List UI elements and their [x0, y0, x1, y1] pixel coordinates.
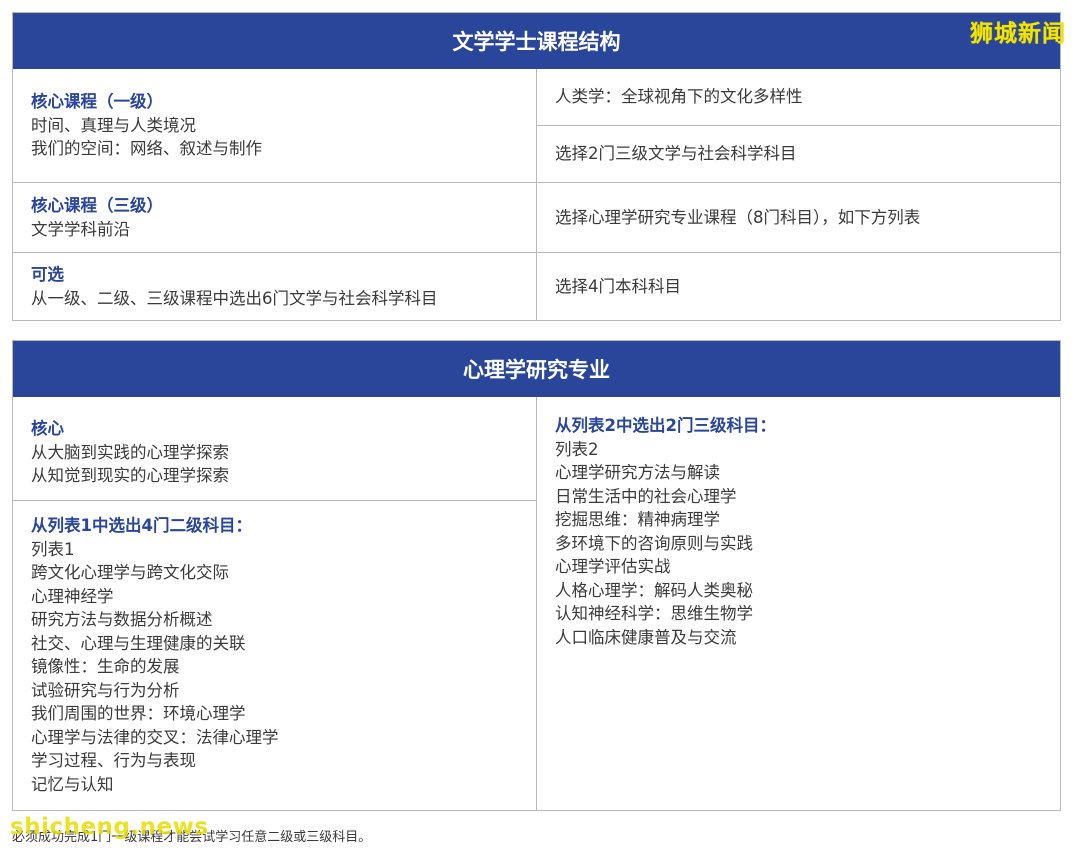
- right-cell-text: 选择4门本科科目: [555, 276, 681, 296]
- list1-item: 列表1: [31, 539, 75, 559]
- list2-item: 人格心理学：解码人类奥秘: [555, 580, 753, 600]
- course-structure-table: 文学学士课程结构 核心课程（一级） 时间、真理与人类境况 我们的空间：网络、叙述…: [12, 12, 1061, 321]
- list1-label: 从列表1中选出4门二级科目：: [31, 516, 252, 535]
- psychology-left-column: 核心 从大脑到实践的心理学探索 从知觉到现实的心理学探索 从列表1中选出4门二级…: [13, 397, 537, 810]
- elective-label: 可选: [31, 265, 64, 284]
- core-level1-item: 时间、真理与人类境况: [31, 115, 196, 135]
- psychology-major-table: 心理学研究专业 核心 从大脑到实践的心理学探索 从知觉到现实的心理学探索 从列表…: [12, 340, 1061, 811]
- list1-item: 镜像性：生命的发展: [31, 657, 180, 676]
- list1-item: 我们周围的世界：环境心理学: [31, 704, 246, 723]
- elective-item: 从一级、二级、三级课程中选出6门文学与社会科学科目: [31, 288, 438, 308]
- right-cell-text: 选择心理学研究专业课程（8门科目），如下方列表: [555, 207, 921, 227]
- psychology-right-column: 从列表2中选出2门三级科目： 列表2 心理学研究方法与解读 日常生活中的社会心理…: [537, 397, 1060, 810]
- right-cell: 人类学：全球视角下的文化多样性: [537, 69, 1060, 126]
- list2-item: 心理学评估实战: [555, 557, 671, 576]
- watermark-top: 狮城新闻: [970, 21, 1066, 47]
- right-cell: 选择4门本科科目: [537, 253, 1060, 320]
- right-cell-text: 选择2门三级文学与社会科学科目: [555, 144, 797, 164]
- list1-item: 记忆与认知: [31, 774, 114, 794]
- core-level1-cell: 核心课程（一级） 时间、真理与人类境况 我们的空间：网络、叙述与制作: [13, 69, 536, 183]
- list2-item: 列表2: [555, 439, 599, 459]
- list2-label: 从列表2中选出2门三级科目：: [555, 416, 776, 435]
- list2-item: 心理学研究方法与解读: [555, 463, 720, 482]
- core-item: 从知觉到现实的心理学探索: [31, 466, 229, 485]
- right-cell: 选择2门三级文学与社会科学科目: [537, 126, 1060, 183]
- list2-item: 多环境下的咨询原则与实践: [555, 533, 753, 553]
- list2-item: 挖掘思维：精神病理学: [555, 510, 720, 529]
- list1-item: 心理学与法律的交叉：法律心理学: [31, 727, 279, 747]
- list1-item: 研究方法与数据分析概述: [31, 610, 213, 629]
- psychology-major-title: 心理学研究专业: [13, 341, 1060, 397]
- core-level1-label: 核心课程（一级）: [31, 92, 163, 112]
- right-cell: 选择心理学研究专业课程（8门科目），如下方列表: [537, 183, 1060, 253]
- core-label: 核心: [31, 419, 64, 438]
- list2-item: 认知神经科学：思维生物学: [555, 604, 753, 623]
- list1-item: 社交、心理与生理健康的关联: [31, 633, 246, 653]
- elective-cell: 可选 从一级、二级、三级课程中选出6门文学与社会科学科目: [13, 253, 536, 320]
- list2-cell: 从列表2中选出2门三级科目： 列表2 心理学研究方法与解读 日常生活中的社会心理…: [537, 397, 1060, 810]
- core-level3-label: 核心课程（三级）: [31, 196, 163, 215]
- watermark-bottom: shicheng.news: [10, 814, 209, 840]
- list1-item: 跨文化心理学与跨文化交际: [31, 563, 229, 582]
- core-item: 从大脑到实践的心理学探索: [31, 442, 229, 462]
- list1-item: 学习过程、行为与表现: [31, 751, 196, 770]
- right-cell-text: 人类学：全球视角下的文化多样性: [555, 87, 803, 107]
- course-structure-left-column: 核心课程（一级） 时间、真理与人类境况 我们的空间：网络、叙述与制作 核心课程（…: [13, 69, 537, 320]
- list2-item: 日常生活中的社会心理学: [555, 486, 737, 506]
- list1-cell: 从列表1中选出4门二级科目： 列表1 跨文化心理学与跨文化交际 心理神经学 研究…: [13, 501, 536, 810]
- core-level1-item: 我们的空间：网络、叙述与制作: [31, 139, 262, 159]
- course-structure-title: 文学学士课程结构: [13, 13, 1060, 69]
- list1-item: 心理神经学: [31, 586, 114, 606]
- core-level3-cell: 核心课程（三级） 文学学科前沿: [13, 183, 536, 253]
- list1-item: 试验研究与行为分析: [31, 680, 180, 700]
- core-cell: 核心 从大脑到实践的心理学探索 从知觉到现实的心理学探索: [13, 397, 536, 501]
- course-structure-right-column: 人类学：全球视角下的文化多样性 选择2门三级文学与社会科学科目 选择心理学研究专…: [537, 69, 1060, 320]
- core-level3-item: 文学学科前沿: [31, 219, 130, 239]
- list2-item: 人口临床健康普及与交流: [555, 627, 737, 647]
